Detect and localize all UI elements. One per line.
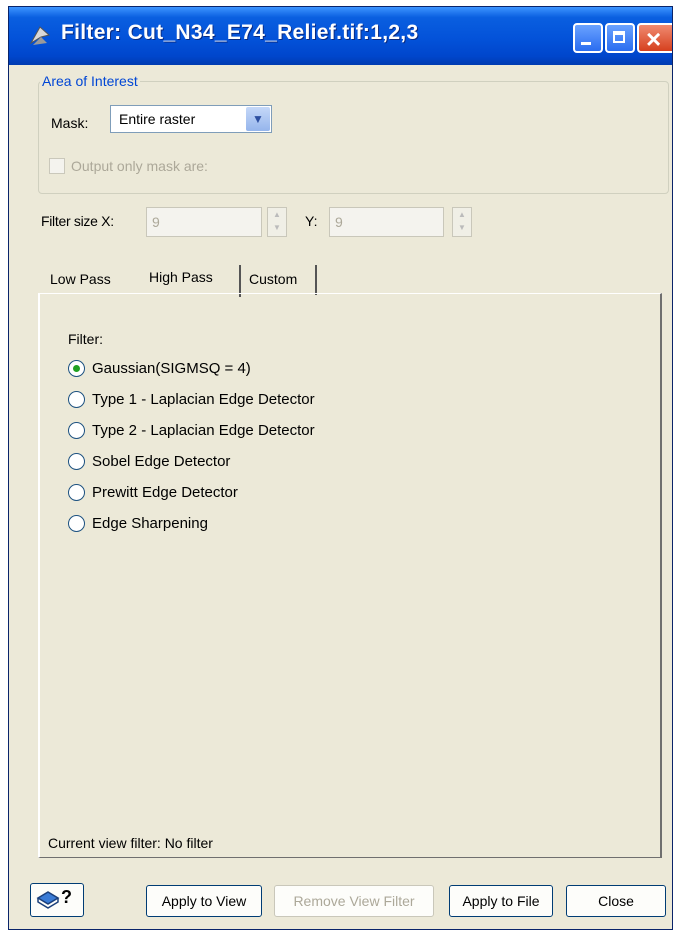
tab-custom[interactable]: Custom xyxy=(249,271,297,287)
radio-button[interactable] xyxy=(68,515,85,532)
filter-size-x-spinner[interactable]: ▲ ▼ xyxy=(267,207,287,237)
maximize-button[interactable] xyxy=(605,23,635,53)
mask-label: Mask: xyxy=(51,115,89,131)
filter-size-x-label: Filter size X: xyxy=(41,213,114,229)
radio-button[interactable] xyxy=(68,422,85,439)
radio-label: Sobel Edge Detector xyxy=(92,453,231,470)
close-window-button[interactable]: × xyxy=(637,23,672,54)
title-bar[interactable]: Filter: Cut_N34_E74_Relief.tif:1,2,3 × xyxy=(9,7,672,65)
help-book-icon xyxy=(36,891,60,909)
tab-low-pass[interactable]: Low Pass xyxy=(50,271,111,287)
mask-select-value: Entire raster xyxy=(119,111,196,127)
filter-size-y-label: Y: xyxy=(305,213,318,229)
output-only-mask-label: Output only mask are: xyxy=(71,158,208,174)
area-of-interest-group xyxy=(38,81,669,194)
output-only-mask-checkbox[interactable] xyxy=(49,158,65,174)
filter-dialog: Filter: Cut_N34_E74_Relief.tif:1,2,3 × A… xyxy=(8,6,673,930)
current-view-filter-status: Current view filter: No filter xyxy=(48,835,213,851)
minimize-button[interactable] xyxy=(573,23,603,53)
radio-label: Gaussian(SIGMSQ = 4) xyxy=(92,360,251,377)
apply-to-view-button[interactable]: Apply to View xyxy=(146,885,262,917)
help-question-mark: ? xyxy=(61,887,72,907)
filter-heading: Filter: xyxy=(68,331,103,347)
radio-label: Type 2 - Laplacian Edge Detector xyxy=(92,422,315,439)
area-of-interest-legend: Area of Interest xyxy=(40,73,140,89)
chevron-down-icon[interactable]: ▼ xyxy=(246,107,270,131)
close-icon: × xyxy=(646,24,662,54)
radio-button[interactable] xyxy=(68,453,85,470)
tab-high-pass[interactable]: High Pass xyxy=(149,269,213,285)
radio-button[interactable] xyxy=(68,360,85,377)
filter-size-y-input[interactable]: 9 xyxy=(329,207,444,237)
apply-to-file-button[interactable]: Apply to File xyxy=(449,885,553,917)
radio-label: Prewitt Edge Detector xyxy=(92,484,238,501)
radio-label: Edge Sharpening xyxy=(92,515,208,532)
tab-divider xyxy=(315,265,317,295)
window-title: Filter: Cut_N34_E74_Relief.tif:1,2,3 xyxy=(61,21,419,44)
help-button[interactable]: ? xyxy=(30,883,84,917)
radio-button[interactable] xyxy=(68,484,85,501)
radio-button[interactable] xyxy=(68,391,85,408)
mask-select[interactable]: Entire raster ▼ xyxy=(110,105,272,133)
high-pass-panel xyxy=(38,293,662,858)
remove-view-filter-button[interactable]: Remove View Filter xyxy=(274,885,434,917)
filter-size-y-spinner[interactable]: ▲ ▼ xyxy=(452,207,472,237)
radio-label: Type 1 - Laplacian Edge Detector xyxy=(92,391,315,408)
app-icon xyxy=(29,26,51,45)
close-button[interactable]: Close xyxy=(566,885,666,917)
filter-size-x-input[interactable]: 9 xyxy=(146,207,262,237)
